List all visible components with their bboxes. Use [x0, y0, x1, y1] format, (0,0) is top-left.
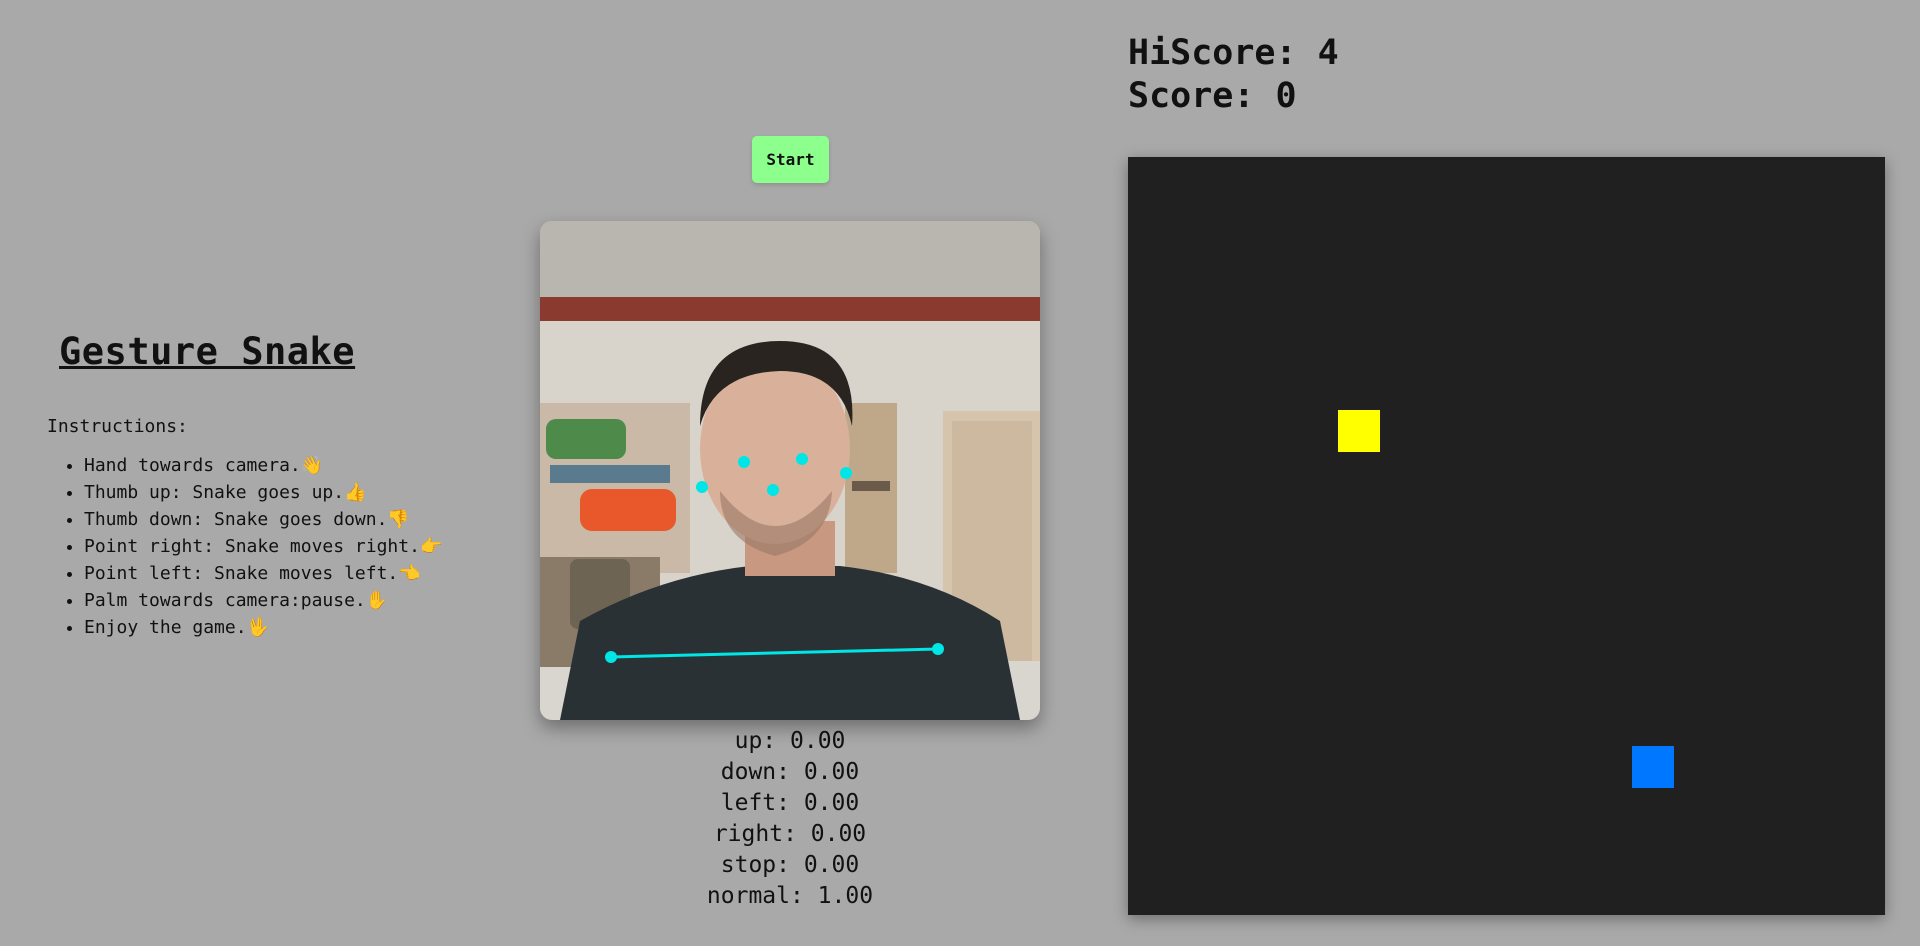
score: Score: 0 [1128, 76, 1297, 116]
start-button[interactable]: Start [752, 136, 829, 183]
instructions-label: Instructions: [47, 416, 188, 437]
instruction-item: Point right: Snake moves right.👉 [84, 533, 442, 560]
webcam-image [540, 221, 1040, 720]
instruction-item: Palm towards camera:pause.✋ [84, 587, 442, 614]
snake-head [1632, 746, 1674, 788]
instruction-item: Point left: Snake moves left.👈 [84, 560, 442, 587]
prob-down: down: 0.00 [720, 759, 860, 785]
instruction-item: Thumb up: Snake goes up.👍 [84, 479, 442, 506]
hiscore: HiScore: 4 [1128, 33, 1339, 73]
prob-normal: normal: 1.00 [706, 883, 874, 909]
gesture-probabilities: up: 0.00 down: 0.00 left: 0.00 right: 0.… [640, 726, 940, 912]
prob-stop: stop: 0.00 [720, 852, 860, 878]
prob-up: up: 0.00 [734, 728, 846, 754]
instruction-item: Hand towards camera.👋 [84, 452, 442, 479]
instruction-item: Thumb down: Snake goes down.👎 [84, 506, 442, 533]
scoreboard: HiScore: 4 Score: 0 [1128, 32, 1339, 118]
prob-left: left: 0.00 [720, 790, 860, 816]
prob-right: right: 0.00 [713, 821, 867, 847]
instructions-list: Hand towards camera.👋 Thumb up: Snake go… [47, 452, 442, 641]
food-cell [1338, 410, 1380, 452]
game-title: Gesture Snake [59, 330, 356, 373]
page: Gesture Snake Instructions: Hand towards… [0, 0, 1920, 946]
instruction-item: Enjoy the game.🖖 [84, 614, 442, 641]
game-board[interactable] [1128, 157, 1885, 915]
webcam-feed [540, 221, 1040, 720]
